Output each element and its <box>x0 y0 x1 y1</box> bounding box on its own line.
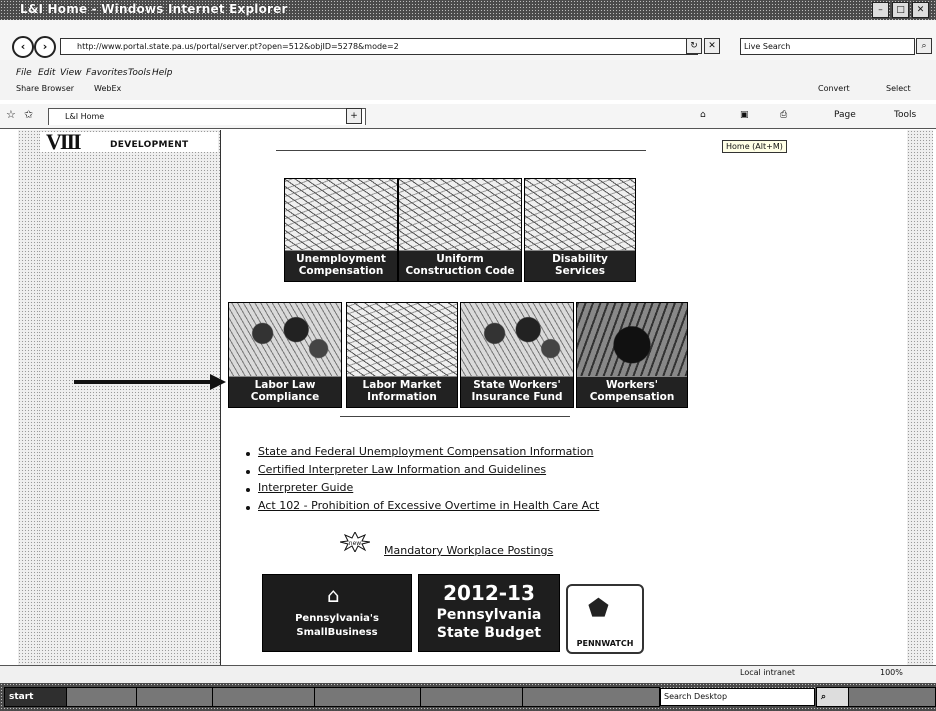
status-zone: Local intranet <box>740 668 796 677</box>
menu-file[interactable]: File <box>16 68 32 78</box>
bullet-icon <box>246 452 250 456</box>
taskbar-item[interactable] <box>66 687 140 707</box>
disability-image <box>525 179 635 253</box>
bullet-icon <box>246 470 250 474</box>
tile-state-workers-insurance[interactable]: State Workers' Insurance Fund <box>460 302 574 408</box>
window-title: L&I Home - Windows Internet Explorer <box>20 2 288 16</box>
refresh-icon[interactable]: ↻ <box>686 38 702 54</box>
tile-labor-law[interactable]: Labor Law Compliance <box>228 302 342 408</box>
address-field[interactable]: http://www.portal.state.pa.us/portal/ser… <box>60 38 698 55</box>
divider <box>276 150 646 151</box>
banner-state-budget[interactable]: 2012-13 Pennsylvania State Budget <box>418 574 560 652</box>
new-badge-icon: new <box>340 532 370 552</box>
webex-button[interactable]: WebEx <box>94 84 121 93</box>
construction-image <box>399 179 521 253</box>
link-act-102[interactable]: Act 102 - Prohibition of Excessive Overt… <box>258 499 599 512</box>
menu-help[interactable]: Help <box>152 68 173 78</box>
taskbar-item[interactable] <box>136 687 216 707</box>
minimize-icon[interactable]: – <box>872 2 889 18</box>
convert-button[interactable]: Convert <box>818 84 850 93</box>
page-menu[interactable]: Page <box>834 110 856 120</box>
menu-bar <box>0 60 936 100</box>
zoom-level[interactable]: 100% <box>880 668 903 677</box>
svg-text:new: new <box>349 540 361 547</box>
tools-menu[interactable]: Tools <box>894 110 916 120</box>
back-icon[interactable]: ‹ <box>12 36 34 58</box>
arrow-head-icon <box>210 374 226 390</box>
desktop-search-input[interactable]: Search Desktop <box>660 688 815 706</box>
taskbar-item[interactable] <box>420 687 526 707</box>
banner-small-business[interactable]: ⌂ Pennsylvania's SmallBusiness <box>262 574 412 652</box>
system-tray <box>848 687 936 707</box>
vertical-scrollbar[interactable] <box>907 130 933 665</box>
new-tab-icon[interactable]: + <box>346 108 362 124</box>
search-input[interactable]: Live Search <box>740 38 915 55</box>
start-button[interactable]: start <box>4 687 70 707</box>
insurance-fund-image <box>461 303 573 379</box>
tile-caption: Labor Law Compliance <box>229 376 341 407</box>
link-interpreter-guide[interactable]: Interpreter Guide <box>258 481 353 494</box>
tile-unemployment[interactable]: Unemployment Compensation <box>284 178 398 282</box>
keystone-icon: ⬟ <box>588 594 609 622</box>
taskbar-item[interactable] <box>522 687 660 707</box>
left-frame <box>18 130 39 665</box>
bullet-icon <box>246 506 250 510</box>
title-bar: L&I Home - Windows Internet Explorer <box>0 0 936 20</box>
tile-workers-compensation[interactable]: Workers' Compensation <box>576 302 688 408</box>
stop-icon[interactable]: ✕ <box>704 38 720 54</box>
tile-labor-market[interactable]: Labor Market Information <box>346 302 458 408</box>
tile-caption: Labor Market Information <box>347 376 457 407</box>
link-unemployment-info[interactable]: State and Federal Unemployment Compensat… <box>258 445 593 458</box>
bullet-icon <box>246 488 250 492</box>
taskbar-item[interactable] <box>314 687 424 707</box>
link-workplace-postings[interactable]: Mandatory Workplace Postings <box>384 544 553 557</box>
tile-caption: Workers' Compensation <box>577 376 687 407</box>
menu-tools[interactable]: Tools <box>128 68 151 78</box>
tile-caption: State Workers' Insurance Fund <box>461 376 573 407</box>
tile-uniform-construction[interactable]: Uniform Construction Code <box>398 178 522 282</box>
search-icon[interactable]: ⌕ <box>816 687 852 707</box>
banner-pennwatch[interactable]: ⬟ PENNWATCH <box>566 584 644 654</box>
home-tooltip: Home (Alt+M) <box>722 140 787 153</box>
tile-disability[interactable]: Disability Services <box>524 178 636 282</box>
maximize-icon[interactable]: □ <box>892 2 909 18</box>
divider <box>340 416 570 417</box>
link-interpreter-law[interactable]: Certified Interpreter Law Information an… <box>258 463 546 476</box>
share-browser-button[interactable]: Share Browser <box>16 84 74 93</box>
tab-active[interactable]: L&I Home <box>48 108 366 125</box>
favorites-star-icon[interactable]: ☆ <box>6 108 16 121</box>
labor-law-image <box>229 303 341 379</box>
workers-comp-image <box>577 303 687 379</box>
menu-favorites[interactable]: Favorites <box>86 68 127 78</box>
menu-edit[interactable]: Edit <box>38 68 55 78</box>
labor-market-image <box>347 303 457 379</box>
feeds-icon[interactable]: ▣ <box>740 110 749 120</box>
close-icon[interactable]: ✕ <box>912 2 929 18</box>
logo-text: DEVELOPMENT <box>110 140 189 150</box>
taskbar-item[interactable] <box>212 687 318 707</box>
print-icon[interactable]: ⎙ <box>780 110 787 120</box>
sidebar <box>38 130 221 665</box>
add-favorites-icon[interactable]: ✩ <box>24 108 33 121</box>
unemployment-image <box>285 179 397 253</box>
select-button[interactable]: Select <box>886 84 911 93</box>
tile-caption: Disability Services <box>525 250 635 281</box>
search-icon[interactable]: ⌕ <box>916 38 932 54</box>
tile-caption: Unemployment Compensation <box>285 250 397 281</box>
tile-caption: Uniform Construction Code <box>399 250 521 281</box>
status-bar <box>0 665 936 684</box>
logo-icon: VIII <box>46 129 82 154</box>
home-icon[interactable]: ⌂ <box>700 110 706 120</box>
capitol-icon: ⌂ <box>327 583 340 607</box>
menu-view[interactable]: View <box>60 68 82 78</box>
arrow-annotation <box>74 380 212 384</box>
forward-icon[interactable]: › <box>34 36 56 58</box>
